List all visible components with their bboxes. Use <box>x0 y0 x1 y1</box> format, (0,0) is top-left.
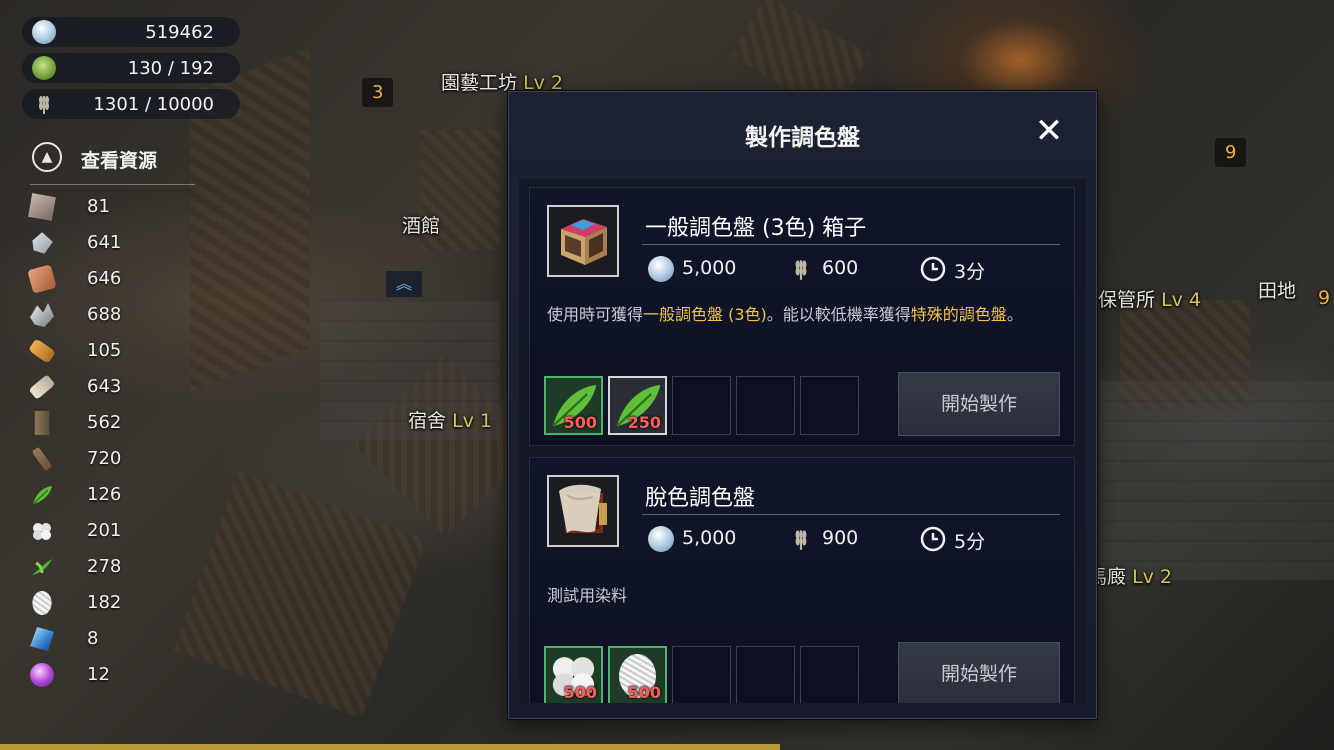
resource-item[interactable]: 643 <box>28 372 170 402</box>
vegetable-value: 130 / 192 <box>127 58 214 79</box>
wheat-icon <box>788 256 814 282</box>
recipe-description: 使用時可獲得一般調色盤 (3色)。能以較低機率獲得特殊的調色盤。 <box>547 305 1023 324</box>
building-roof <box>173 471 427 719</box>
material-quantity: 500 <box>627 683 661 702</box>
resource-item[interactable]: 646 <box>27 264 170 294</box>
close-icon[interactable]: ✕ <box>1032 114 1066 148</box>
recipe-card: 一般調色盤 (3色) 箱子 5,000 600 3分 使用時可獲得一般調色盤 (… <box>529 187 1075 446</box>
herb-icon <box>30 555 54 579</box>
grain-counter[interactable]: 1301 / 10000 <box>22 89 240 119</box>
resource-item[interactable]: 81 <box>28 192 170 222</box>
title-divider <box>642 514 1060 515</box>
vegetable-counter[interactable]: 130 / 192 <box>22 53 240 83</box>
view-resources-label: 查看資源 <box>81 150 158 172</box>
stone-block-icon <box>28 193 56 221</box>
silver-coin-icon <box>648 526 674 552</box>
wheat-icon <box>32 92 56 116</box>
bleach-palette-thumbnail[interactable] <box>547 475 619 547</box>
grain-value: 1301 / 10000 <box>93 94 214 115</box>
chevron-up-icon: ▲ <box>32 142 62 172</box>
resource-item[interactable]: 278 <box>30 552 170 582</box>
silver-coin-icon <box>648 256 674 282</box>
timber-icon <box>34 411 50 435</box>
resource-item[interactable]: 182 <box>30 588 170 618</box>
recipe-costs: 5,000 900 5分 <box>648 524 1068 554</box>
stable-label[interactable]: 馬廄 Lv 2 <box>1088 562 1172 589</box>
view-resources-toggle[interactable]: ▲ 查看資源 <box>30 140 195 185</box>
empty-slot <box>736 376 795 435</box>
recipe-costs: 5,000 600 3分 <box>648 254 1068 284</box>
material-quantity: 250 <box>627 413 661 432</box>
storage-label[interactable]: 保管所 Lv 4 <box>1098 285 1201 312</box>
wood-plank-icon <box>28 374 56 400</box>
title-divider <box>642 244 1060 245</box>
material-slot[interactable]: 500 <box>544 376 603 435</box>
resource-item[interactable]: 105 <box>28 336 170 366</box>
iron-ore-icon <box>32 232 53 254</box>
cotton-icon <box>30 519 54 543</box>
crystal-ore-icon <box>30 303 54 327</box>
building-badge[interactable]: 9 <box>1318 287 1330 309</box>
cocoon-icon <box>32 591 52 615</box>
start-crafting-button[interactable]: 開始製作 <box>898 642 1060 703</box>
branch-icon <box>31 446 53 472</box>
silver-value: 519462 <box>145 22 214 43</box>
recipe-list[interactable]: 一般調色盤 (3色) 箱子 5,000 600 3分 使用時可獲得一般調色盤 (… <box>519 179 1086 703</box>
field-label[interactable]: 田地 <box>1258 276 1296 303</box>
recipe-title: 一般調色盤 (3色) 箱子 <box>645 216 867 241</box>
material-slot[interactable]: 500 <box>608 646 667 703</box>
dialog-title: 製作調色盤 <box>745 125 860 151</box>
recipe-card: 脫色調色盤 5,000 900 5分 測試用染料 500 500 開始製作 <box>529 457 1075 703</box>
tavern-label[interactable]: 酒館 <box>402 211 440 238</box>
progress-bar <box>0 744 780 750</box>
clock-icon <box>920 256 946 282</box>
purple-orb-icon <box>30 663 54 687</box>
log-icon <box>28 338 56 364</box>
wheat-icon <box>788 526 814 552</box>
craft-palette-dialog: 製作調色盤 ✕ 一般調色盤 (3色) 箱子 5,000 600 3分 使用時可獲… <box>508 91 1097 719</box>
silver-coin-icon <box>32 20 56 44</box>
empty-slot <box>800 646 859 703</box>
empty-slot <box>672 646 731 703</box>
brick-icon <box>27 264 57 294</box>
empty-slot <box>736 646 795 703</box>
material-quantity: 500 <box>563 683 597 702</box>
material-slots: 500 250 <box>544 376 884 436</box>
material-slot[interactable]: 500 <box>544 646 603 703</box>
blue-gem-icon <box>30 627 54 651</box>
cobblestone-ground <box>1100 380 1334 580</box>
building-badge[interactable]: 3 <box>362 78 394 107</box>
material-slot[interactable]: 250 <box>608 376 667 435</box>
material-slots: 500 500 <box>544 646 884 703</box>
building-badge[interactable]: 9 <box>1215 138 1247 167</box>
recipe-description: 測試用染料 <box>547 586 628 605</box>
palette-box-thumbnail[interactable] <box>547 205 619 277</box>
resource-item[interactable]: 688 <box>30 300 170 330</box>
empty-slot <box>800 376 859 435</box>
resource-item[interactable]: 8 <box>30 624 170 654</box>
dorm-label[interactable]: 宿舍 Lv 1 <box>408 406 492 433</box>
silver-counter[interactable]: 519462 <box>22 17 240 47</box>
clock-icon <box>920 526 946 552</box>
resource-item[interactable]: 126 <box>30 480 170 510</box>
vegetable-icon <box>32 56 56 80</box>
resource-item[interactable]: 562 <box>30 408 170 438</box>
material-quantity: 500 <box>563 413 597 432</box>
start-crafting-button[interactable]: 開始製作 <box>898 372 1060 436</box>
upgrade-chevron-icon: ︽ <box>386 271 422 297</box>
recipe-title: 脫色調色盤 <box>645 486 756 511</box>
resource-item[interactable]: 720 <box>30 444 170 474</box>
leaf-icon <box>30 483 54 507</box>
resource-item[interactable]: 12 <box>30 660 170 690</box>
resource-item[interactable]: 201 <box>30 516 170 546</box>
resource-item[interactable]: 641 <box>30 228 170 258</box>
empty-slot <box>672 376 731 435</box>
